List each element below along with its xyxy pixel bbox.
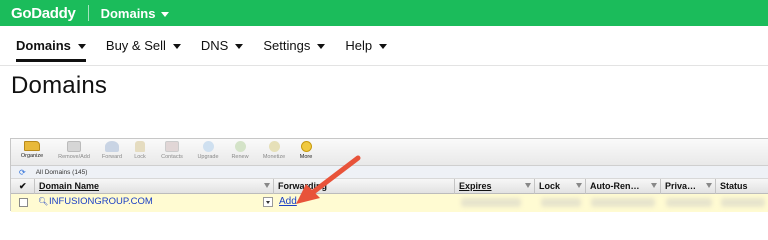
filter-bar: ⟳ All Domains (145) <box>11 166 768 179</box>
nav-dns[interactable]: DNS <box>200 26 244 66</box>
lock-value-redacted <box>541 198 581 207</box>
monetize-label: Monetize <box>262 154 286 160</box>
main-nav: Domains Buy & Sell DNS Settings Help <box>0 26 768 66</box>
table-header: ✔ Domain Name Forwarding Expires Lock Au… <box>11 179 768 194</box>
organize-label: Organize <box>20 153 44 159</box>
domain-actions-dropdown[interactable] <box>263 197 273 207</box>
nav-help-label: Help <box>345 38 373 53</box>
domain-name-link[interactable]: INFUSIONGROUP.COM <box>49 194 153 212</box>
folder-icon <box>24 141 40 151</box>
forward-icon <box>105 141 119 152</box>
search-icon[interactable]: 🔍︎ <box>38 194 48 212</box>
filter-icon[interactable] <box>706 183 712 188</box>
renew-icon <box>234 141 246 152</box>
column-expires[interactable]: Expires <box>455 179 535 194</box>
contacts-label: Contacts <box>161 154 183 160</box>
refresh-icon[interactable]: ⟳ <box>19 168 26 177</box>
domains-menu[interactable]: Domains <box>101 6 170 21</box>
chevron-down-icon <box>172 43 181 49</box>
nav-dns-label: DNS <box>200 38 229 53</box>
nav-buy-sell[interactable]: Buy & Sell <box>106 26 181 66</box>
monetize-icon <box>268 141 280 152</box>
chevron-down-icon <box>77 43 86 49</box>
upgrade-icon <box>202 141 214 152</box>
chevron-down-icon <box>161 11 170 17</box>
nav-settings[interactable]: Settings <box>263 26 326 66</box>
column-expires-label: Expires <box>459 181 492 191</box>
domains-menu-label: Domains <box>100 5 156 21</box>
renew-button[interactable]: Renew <box>223 141 257 160</box>
column-privacy[interactable]: Priva… <box>661 179 716 194</box>
column-forwarding-label: Forwarding <box>278 181 327 191</box>
renew-label: Renew <box>231 154 249 160</box>
chevron-down-icon <box>379 43 388 49</box>
top-divider <box>87 5 89 21</box>
column-lock[interactable]: Lock <box>535 179 586 194</box>
more-icon <box>300 141 312 152</box>
contacts-button[interactable]: Contacts <box>155 141 189 160</box>
remove-add-label: Remove/Add <box>58 154 90 160</box>
row-checkbox[interactable] <box>19 198 28 207</box>
all-domains-filter[interactable]: All Domains (145) <box>36 169 88 176</box>
nav-settings-label: Settings <box>263 38 311 53</box>
column-domain-name[interactable]: Domain Name <box>35 179 274 194</box>
column-forwarding[interactable]: Forwarding <box>274 179 455 194</box>
chevron-down-icon <box>317 43 326 49</box>
column-domain-name-label: Domain Name <box>39 181 100 191</box>
toolbar: Organize Remove/Add Forward Lock Contact… <box>11 139 768 166</box>
privacy-value-redacted <box>666 198 712 207</box>
lock-icon <box>135 141 145 152</box>
upgrade-label: Upgrade <box>197 154 219 160</box>
top-bar: GoDaddy Domains <box>0 0 768 26</box>
organize-button[interactable]: Organize <box>15 141 49 159</box>
select-all-checkbox[interactable]: ✔ <box>11 179 35 194</box>
remove-icon <box>67 141 81 152</box>
nav-domains-label: Domains <box>16 38 71 53</box>
forwarding-add-link[interactable]: Add <box>279 194 297 212</box>
table-row[interactable]: 🔍︎ INFUSIONGROUP.COM Add <box>11 194 768 212</box>
column-auto-renew[interactable]: Auto-Ren… <box>586 179 661 194</box>
monetize-button[interactable]: Monetize <box>257 141 291 160</box>
filter-icon[interactable] <box>264 183 270 188</box>
expires-value-redacted <box>461 198 521 207</box>
column-auto-renew-label: Auto-Ren… <box>590 181 640 191</box>
domain-manager-panel: Organize Remove/Add Forward Lock Contact… <box>10 138 768 212</box>
nav-domains[interactable]: Domains <box>16 26 86 66</box>
column-status-label: Status <box>720 181 748 191</box>
filter-icon[interactable] <box>651 183 657 188</box>
column-status[interactable]: Status <box>716 179 768 194</box>
filter-icon[interactable] <box>576 183 582 188</box>
lock-label: Lock <box>134 154 146 160</box>
chevron-down-icon <box>235 43 244 49</box>
column-privacy-label: Priva… <box>665 181 697 191</box>
column-lock-label: Lock <box>539 181 561 191</box>
page-title: Domains <box>11 72 108 99</box>
godaddy-logo[interactable]: GoDaddy <box>11 5 76 22</box>
nav-buy-sell-label: Buy & Sell <box>105 38 166 53</box>
auto-renew-value-redacted <box>591 198 655 207</box>
status-value-redacted <box>721 198 765 207</box>
lock-button[interactable]: Lock <box>123 141 157 160</box>
upgrade-button[interactable]: Upgrade <box>191 141 225 160</box>
contacts-icon <box>165 141 179 152</box>
more-label: More <box>299 154 313 160</box>
remove-add-button[interactable]: Remove/Add <box>57 141 91 160</box>
more-button[interactable]: More <box>289 141 323 160</box>
filter-icon[interactable] <box>525 183 531 188</box>
nav-help[interactable]: Help <box>345 26 388 66</box>
